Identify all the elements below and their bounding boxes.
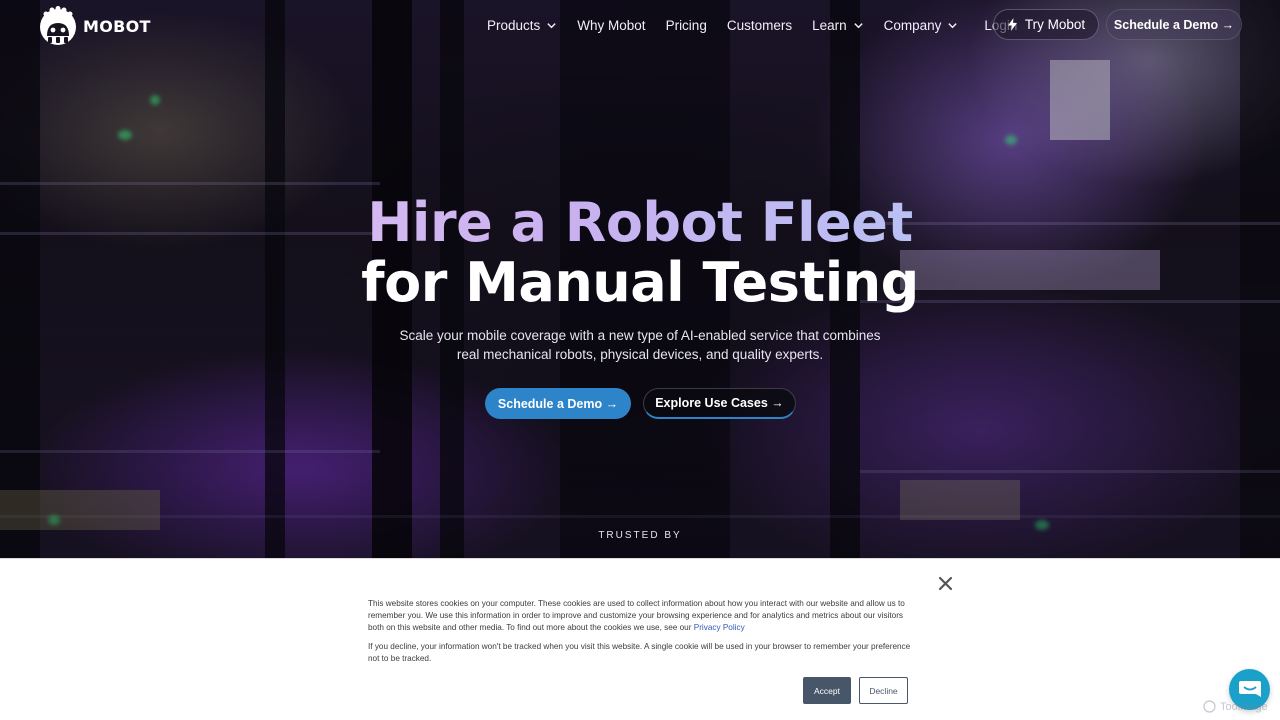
explore-use-cases-button[interactable]: Explore Use Cases → [643,388,796,419]
hero-subtitle-line-1: Scale your mobile coverage with a new ty… [399,328,881,343]
bolt-icon [1007,18,1017,31]
nav-item-label: Why Mobot [577,17,646,33]
nav-item-label: Learn [812,17,847,33]
schedule-demo-nav-button[interactable]: Schedule a Demo → [1106,9,1242,40]
nav-item-label: Products [487,17,541,33]
hero-title-line-2: for Manual Testing [361,251,919,314]
schedule-demo-button[interactable]: Schedule a Demo → [485,388,631,419]
brand-logo[interactable]: MOBOT [38,6,151,46]
hero-title: Hire a Robot Fleet for Manual Testing [0,192,1280,312]
nav-links: Products Why Mobot Pricing Customers Lea… [487,0,1037,50]
try-mobot-button[interactable]: Try Mobot [993,9,1099,40]
nav-item-customers[interactable]: Customers [727,18,792,33]
accept-cookies-button[interactable]: Accept [803,677,851,704]
top-navbar: MOBOT Products Why Mobot Pricing Custome… [0,0,1280,50]
nav-item-company[interactable]: Company [884,18,959,33]
nav-item-label: Company [883,17,942,33]
chat-bubble-icon [1238,680,1261,697]
close-icon[interactable] [937,575,954,592]
hero-subtitle-line-2: real mechanical robots, physical devices… [456,347,824,362]
robot-logo-icon [38,6,78,46]
nav-item-label: Pricing [665,17,707,33]
hero-subtitle: Scale your mobile coverage with a new ty… [390,326,890,364]
privacy-policy-link[interactable]: Privacy Policy [694,623,745,632]
watermark: ToolMage [1203,700,1268,713]
nav-item-products[interactable]: Products [487,18,557,33]
cookie-banner: This website stores cookies on your comp… [0,558,1280,720]
nav-item-label: Customers [726,17,793,33]
hero-title-line-1: Hire a Robot Fleet [0,192,1280,254]
chevron-down-icon [948,22,958,28]
trusted-by-heading: TRUSTED BY [598,530,682,541]
cookie-notice-body: This website stores cookies on your comp… [368,599,905,632]
decline-cookies-button[interactable]: Decline [859,677,908,704]
watermark-icon [1203,700,1216,713]
chevron-down-icon [853,22,863,28]
chevron-down-icon [547,22,556,28]
nav-item-why-mobot[interactable]: Why Mobot [577,18,645,33]
nav-item-pricing[interactable]: Pricing [666,18,707,33]
watermark-label: ToolMage [1220,700,1268,713]
cookie-decline-text: If you decline, your information won't b… [368,642,911,663]
nav-item-learn[interactable]: Learn [812,18,864,33]
brand-name: MOBOT [83,16,151,36]
try-mobot-label: Try Mobot [1024,17,1086,32]
cookie-notice-text: This website stores cookies on your comp… [368,598,914,633]
